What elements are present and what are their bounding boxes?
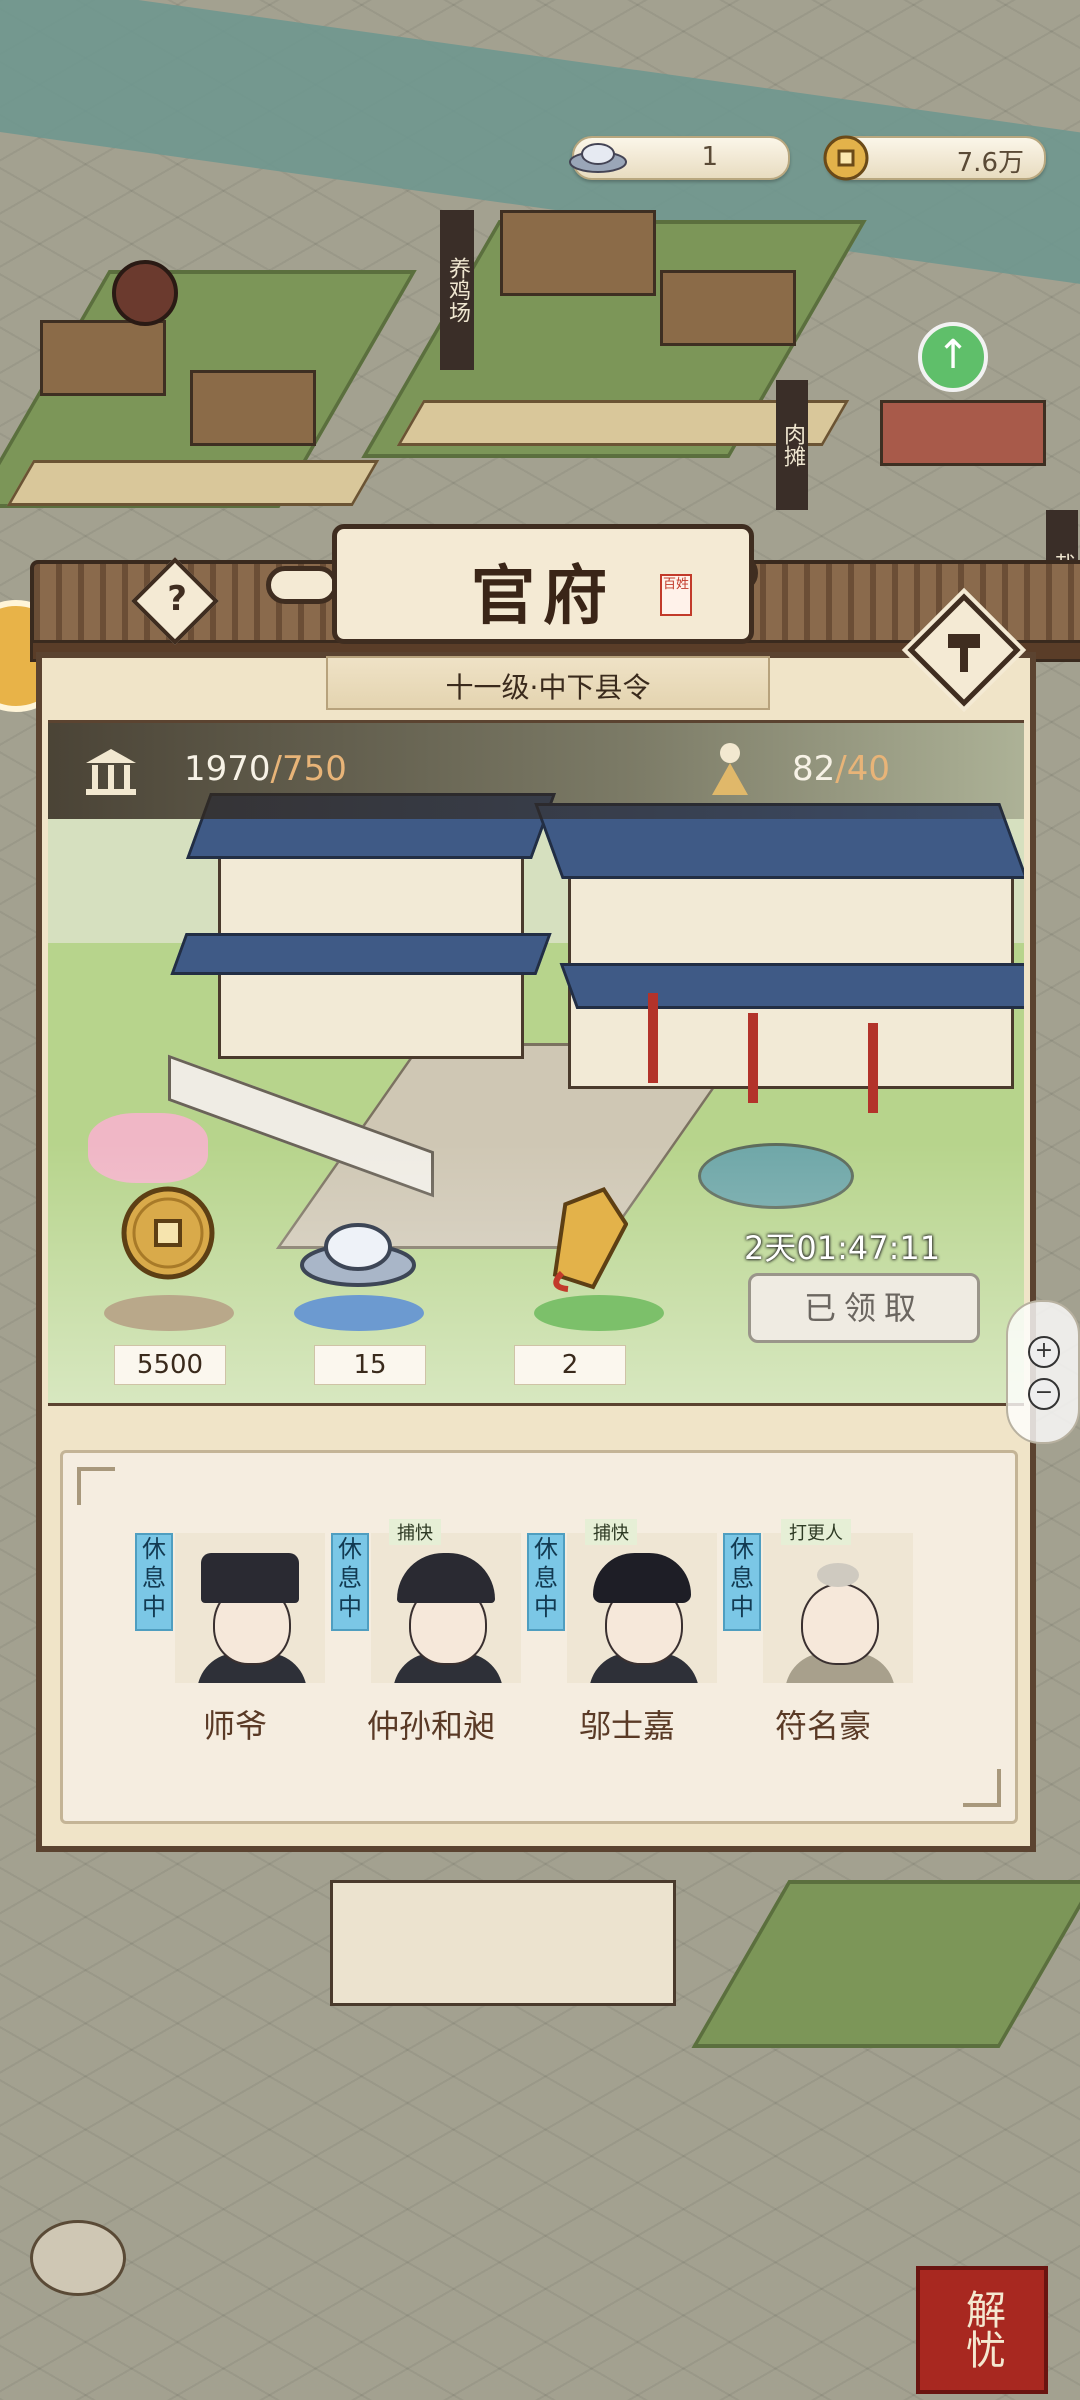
staff-name: 符名豪 (774, 1707, 871, 1745)
cloud-ornament-left (266, 566, 338, 604)
avatar-hair (817, 1563, 859, 1587)
avatar-hair (593, 1553, 691, 1603)
office-scene[interactable]: 1970/750 82/40 5500 15 2 2天01:47:11 已领取 (48, 720, 1024, 1406)
silver-ingot-icon[interactable] (298, 1211, 418, 1291)
rank-label: 十一级·中下县令 (445, 671, 651, 704)
resting-badge: 休息中 (527, 1533, 565, 1631)
scene-left-roof-lower (170, 933, 552, 975)
building-max: /750 (270, 749, 347, 789)
map-fence (6, 460, 380, 506)
reward-pedestal (104, 1295, 234, 1331)
role-tag: 捕快 (585, 1519, 637, 1545)
avatar-face (801, 1583, 879, 1665)
map-sign-chicken-farm: 养鸡场 (440, 210, 474, 370)
avatar (763, 1533, 913, 1683)
population-current: 82 (792, 749, 836, 789)
title-seal: 百姓 (660, 574, 692, 616)
population-max: /40 (835, 749, 890, 789)
coin-shortcut-button[interactable] (30, 2220, 126, 2296)
avatar (371, 1533, 521, 1683)
avatar-hat (201, 1553, 299, 1603)
reward-count: 2 (514, 1345, 626, 1385)
copper-coin-icon (822, 134, 870, 182)
question-icon: ? (167, 578, 187, 619)
hammer-icon (948, 634, 980, 672)
upgrade-arrow-icon[interactable]: ↑ (918, 322, 988, 392)
zoom-in-button[interactable]: + (1028, 1336, 1060, 1368)
person-icon (710, 739, 750, 799)
zoom-control[interactable]: + − (1006, 1300, 1080, 1444)
jieyou-button[interactable]: 解忧 (916, 2266, 1048, 2394)
avatar-hat (397, 1553, 495, 1603)
map-market-stall[interactable] (880, 400, 1046, 466)
avatar (175, 1533, 325, 1683)
reward-timer: 2天01:47:11 (744, 1229, 941, 1267)
zoom-out-button[interactable]: − (1028, 1378, 1060, 1410)
staff-card[interactable]: 休息中 捕快 邬士嘉 (527, 1519, 717, 1753)
silver-value: 1 (701, 142, 718, 172)
scene-pillar (748, 1013, 758, 1103)
staff-card[interactable]: 休息中 师爷 (135, 1533, 325, 1753)
staff-card[interactable]: 休息中 打更人 符名豪 (723, 1519, 913, 1753)
rank-bar: 十一级·中下县令 (326, 656, 770, 710)
map-sign-meat-stall: 肉摊 (776, 380, 808, 510)
building-stat: 1970/750 (184, 749, 347, 789)
map-hut (190, 370, 316, 446)
resting-badge: 休息中 (135, 1533, 173, 1631)
reward-pedestal (534, 1295, 664, 1331)
staff-panel: 休息中 师爷 休息中 捕快 仲孙和昶 休息中 捕快 邬士嘉 休息中 打更人 符名… (60, 1450, 1018, 1824)
no-building-icon[interactable] (112, 260, 178, 326)
resting-badge: 休息中 (331, 1533, 369, 1631)
map-hut (40, 320, 166, 396)
staff-name: 师爷 (202, 1707, 267, 1745)
reward-count: 15 (314, 1345, 426, 1385)
claimed-button[interactable]: 已领取 (748, 1273, 980, 1343)
reward-pedestal (294, 1295, 424, 1331)
token-plaque-icon[interactable] (548, 1183, 629, 1293)
map-hut (660, 270, 796, 346)
government-office-dialog: ? 官府 百姓 十一级·中下县令 1970/750 82/40 5500 15 … (30, 524, 1080, 1860)
coin-value: 7.6万 (956, 148, 1024, 178)
copper-coin-icon[interactable] (118, 1183, 218, 1283)
coin-counter[interactable]: 7.6万 (823, 135, 1046, 181)
map-garden-lower (691, 1880, 1080, 2048)
panel-corner-ornament (963, 1769, 1001, 1807)
avatar (567, 1533, 717, 1683)
role-tag: 捕快 (389, 1519, 441, 1545)
scene-main-roof-lower (559, 963, 1024, 1009)
pavilion-icon (84, 745, 138, 797)
reward-count: 5500 (114, 1345, 226, 1385)
jieyou-label: 解忧 (959, 2289, 1005, 2369)
resting-badge: 休息中 (723, 1533, 761, 1631)
population-stat: 82/40 (792, 749, 890, 789)
map-hut (500, 210, 656, 296)
role-tag: 打更人 (781, 1519, 851, 1545)
staff-name: 仲孙和昶 (366, 1707, 495, 1745)
silver-ingot-icon (568, 140, 628, 174)
panel-corner-ornament (77, 1467, 115, 1505)
building-current: 1970 (184, 749, 271, 789)
staff-name: 邬士嘉 (578, 1707, 675, 1745)
map-building-lower (330, 1880, 676, 2006)
scene-pillar (868, 1023, 878, 1113)
scene-pillar (648, 993, 658, 1083)
staff-card[interactable]: 休息中 捕快 仲孙和昶 (331, 1519, 521, 1753)
silver-counter[interactable]: 1 (569, 136, 790, 180)
